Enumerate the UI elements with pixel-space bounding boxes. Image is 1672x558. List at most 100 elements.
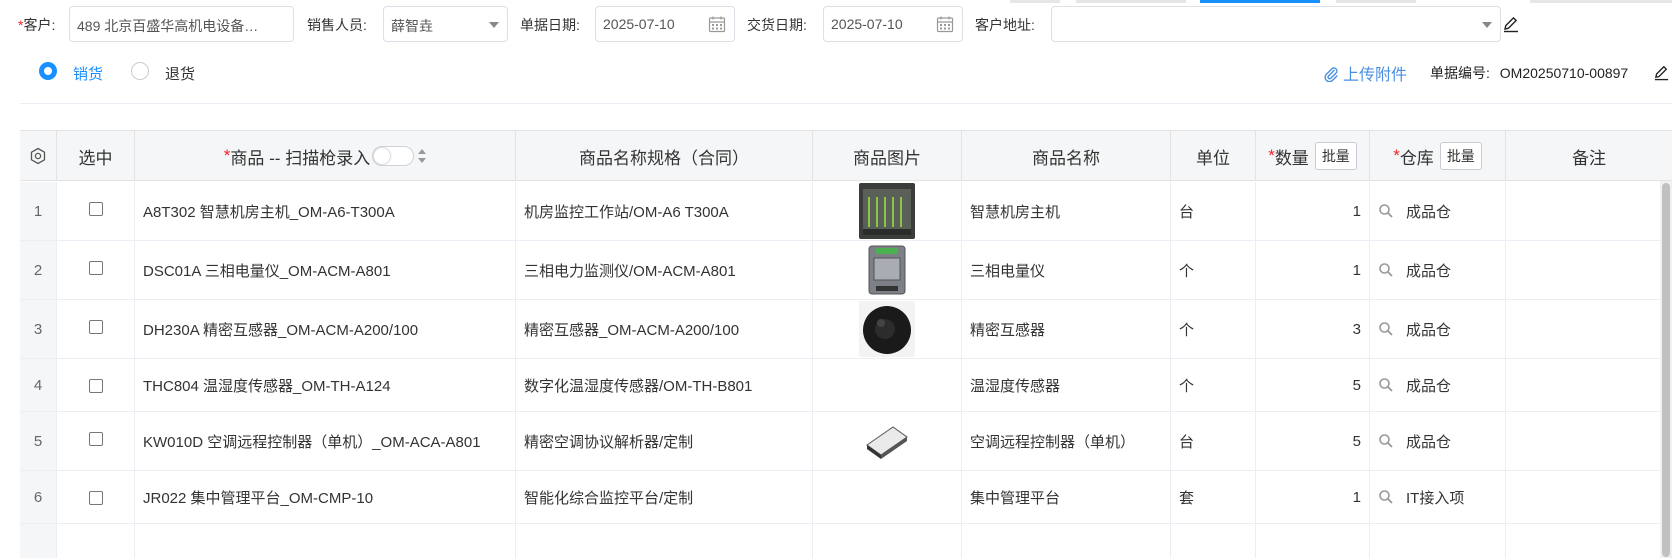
idx-value: 5 [33,432,43,450]
cell-spec: 三相电力监测仪/OM-ACM-A801 [516,241,813,299]
customer-field[interactable]: 489 北京百盛华高机电设备有限公司 [69,6,294,42]
cell-cb [57,241,135,299]
empty-cell [135,524,516,558]
upload-attachment-link[interactable]: 上传附件 [1323,61,1407,85]
meter-photo[interactable] [859,242,915,298]
cell-product: THC804 温湿度传感器_OM-TH-A124 [135,359,516,411]
controller-photo[interactable] [859,413,915,469]
row-checkbox[interactable] [88,379,103,393]
edit-icon[interactable] [1502,15,1520,33]
sale-radio-label[interactable]: 销货 [73,63,103,84]
cell-idx: 4 [20,359,57,411]
product-value: JR022 集中管理平台_OM-CMP-10 [143,489,374,507]
header-warehouse: * 仓库 批量 [1370,131,1506,181]
cell-warehouse[interactable]: IT接入项 [1370,471,1506,523]
server-photo[interactable] [859,183,915,239]
cell-image [813,241,962,299]
vertical-scrollbar[interactable] [1660,181,1672,558]
warehouse-value: 成品仓 [1406,321,1452,339]
warehouse-value: IT接入项 [1406,489,1465,507]
cell-image [813,300,962,358]
sort-icon[interactable] [418,149,427,163]
transformer-photo[interactable] [859,301,915,357]
cell-remark [1506,412,1672,470]
cell-idx: 2 [20,241,57,299]
search-icon[interactable] [1378,321,1394,337]
cell-warehouse[interactable]: 成品仓 [1370,412,1506,470]
search-icon[interactable] [1378,489,1394,505]
scrollbar-thumb[interactable] [1662,183,1670,557]
empty-cell [57,524,135,558]
return-radio[interactable] [131,62,149,80]
table-row[interactable]: 5 KW010D 空调远程控制器（单机）_OM-ACA-A801 精密空调协议解析器… [20,412,1672,471]
sales-select[interactable]: 薛智垚 [383,6,508,42]
search-icon[interactable] [1378,433,1394,449]
doc-number-label: 单据编号: [1430,65,1490,81]
settings-icon [30,147,46,165]
cell-unit: 台 [1171,412,1256,470]
idx-value: 4 [33,376,43,394]
cell-idx: 6 [20,471,57,523]
product-value: DSC01A 三相电量仪_OM-ACM-A801 [143,262,391,280]
row-checkbox[interactable] [88,261,103,275]
cell-name: 三相电量仪 [962,241,1171,299]
table-row[interactable]: 4 THC804 温湿度传感器_OM-TH-A124 数字化温湿度传感器/OM-TH… [20,359,1672,412]
cell-product: KW010D 空调远程控制器（单机）_OM-ACA-A801 [135,412,516,470]
cell-qty: 1 [1256,241,1370,299]
cell-remark [1506,241,1672,299]
header-remark: 备注 [1572,148,1606,168]
table-row[interactable]: 2 DSC01A 三相电量仪_OM-ACM-A801 三相电力监测仪/OM-ACM-… [20,241,1672,300]
cell-warehouse[interactable]: 成品仓 [1370,241,1506,299]
header-name: 商品名称 [962,131,1171,181]
cell-product: DH230A 精密互感器_OM-ACM-A200/100 [135,300,516,358]
tab-edge-active[interactable] [1200,0,1320,3]
delivery-date-field[interactable]: 2025-07-10 [823,6,963,42]
table-row[interactable]: 6 JR022 集中管理平台_OM-CMP-10 智能化综合监控平台/定制 集中管理平… [20,471,1672,524]
return-radio-label[interactable]: 退货 [165,63,195,84]
header-unit: 单位 [1171,131,1256,181]
row-checkbox[interactable] [88,320,103,334]
product-value: THC804 温湿度传感器_OM-TH-A124 [143,377,391,395]
header-image: 商品图片 [813,131,962,181]
edit-icon[interactable] [1653,64,1670,81]
doc-date-field[interactable]: 2025-07-10 [595,6,735,42]
cell-qty: 5 [1256,412,1370,470]
column-settings-button[interactable] [20,131,57,181]
cell-qty: 1 [1256,471,1370,523]
calendar-icon[interactable] [936,15,954,33]
cell-remark [1506,471,1672,523]
row-checkbox[interactable] [88,491,103,505]
customer-label: *客户: [18,17,56,33]
qty-value: 1 [1352,202,1361,220]
scan-mode-toggle[interactable] [372,146,415,166]
warehouse-batch-button[interactable]: 批量 [1439,142,1482,170]
search-icon[interactable] [1378,203,1394,219]
name-value: 三相电量仪 [970,262,1046,280]
idx-value: 6 [33,488,43,506]
tab-edge[interactable] [1010,0,1060,3]
header-qty: * 数量 批量 [1256,131,1370,181]
cell-product: A8T302 智慧机房主机_OM-A6-T300A [135,182,516,240]
cell-warehouse[interactable]: 成品仓 [1370,300,1506,358]
doc-number: 单据编号: OM20250710-00897 [1430,63,1628,83]
search-icon[interactable] [1378,262,1394,278]
row-checkbox[interactable] [88,432,103,446]
calendar-icon[interactable] [708,15,726,33]
empty-cell [516,524,813,558]
header-spec: 商品名称规格（合同） [516,131,813,181]
name-value: 集中管理平台 [970,489,1061,507]
row-checkbox[interactable] [88,202,103,216]
cell-warehouse[interactable]: 成品仓 [1370,359,1506,411]
tab-edge[interactable] [1076,0,1186,3]
tab-edge[interactable] [1336,0,1416,3]
cell-warehouse[interactable]: 成品仓 [1370,182,1506,240]
tab-edge[interactable] [1530,0,1672,3]
qty-batch-button[interactable]: 批量 [1314,142,1357,170]
table-row[interactable]: 3 DH230A 精密互感器_OM-ACM-A200/100 精密互感器_OM-AC… [20,300,1672,359]
table-row[interactable] [20,524,1672,558]
search-icon[interactable] [1378,377,1394,393]
table-row[interactable]: 1 A8T302 智慧机房主机_OM-A6-T300A 机房监控工作站/OM-A6 … [20,182,1672,241]
spec-value: 数字化温湿度传感器/OM-TH-B801 [524,377,753,395]
address-select[interactable] [1051,6,1501,42]
sale-radio[interactable] [39,62,57,80]
